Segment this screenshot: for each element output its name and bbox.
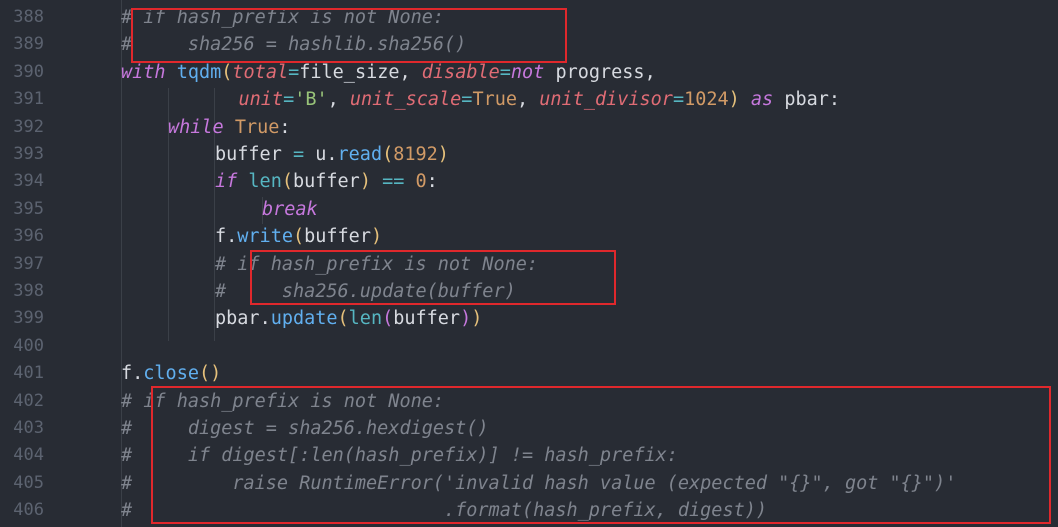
code-token: pbar	[784, 89, 829, 111]
code-token: =	[461, 89, 473, 111]
code-text: f.close()	[121, 360, 221, 387]
code-token: ()	[198, 363, 222, 385]
code-text: if len(buffer) == 0:	[215, 168, 438, 195]
code-token: buffer	[304, 226, 371, 248]
code-token: with	[121, 61, 177, 83]
code-token: len	[348, 308, 383, 330]
line-number: 397	[13, 253, 44, 274]
code-token: unit_scale	[349, 89, 462, 111]
code-token: f	[121, 363, 133, 385]
line-number: 390	[13, 61, 44, 82]
line-number: 391	[13, 89, 44, 110]
code-token: disable	[421, 61, 500, 83]
code-token: )	[359, 171, 383, 193]
code-token: buffer	[292, 171, 360, 193]
code-token: .	[226, 226, 238, 248]
code-token: )	[370, 226, 383, 248]
line-number: 398	[13, 281, 44, 301]
code-token: break	[262, 198, 318, 220]
code-token: unit	[238, 89, 284, 111]
code-token: ,	[327, 89, 350, 111]
code-token: ,	[517, 89, 540, 111]
code-token: (	[337, 308, 349, 330]
line-number: 388	[13, 7, 44, 27]
code-token: while	[168, 116, 235, 138]
code-token: (	[221, 61, 233, 83]
code-token: write	[237, 226, 293, 248]
code-token: tqdm	[176, 61, 222, 83]
line-number: 394	[13, 171, 44, 192]
line-number: 406	[13, 500, 44, 521]
code-token: :	[279, 116, 291, 138]
line-number: 405	[13, 472, 44, 493]
code-token: progress	[555, 61, 645, 83]
code-text: unit='B', unit_scale=True, unit_divisor=…	[239, 86, 841, 113]
code-token: True	[472, 89, 517, 111]
code-token: )	[460, 308, 472, 330]
code-token: close	[143, 363, 199, 385]
code-text: while True:	[168, 114, 291, 141]
highlight-box	[131, 8, 567, 63]
code-token: =	[292, 144, 316, 165]
code-text: break	[262, 196, 318, 223]
code-token: u	[315, 144, 327, 165]
line-number: 393	[13, 144, 44, 164]
code-token: as	[750, 89, 785, 111]
code-text: pbar.update(len(buffer))	[215, 305, 482, 332]
code-editor[interactable]: 388 # if hash_prefix is not None: 389 # sha…	[0, 0, 1058, 527]
code-token: =	[499, 61, 511, 83]
code-token: (	[382, 308, 394, 330]
line-number: 396	[13, 226, 44, 247]
code-token: )	[728, 89, 751, 111]
line-number: 392	[13, 116, 44, 137]
code-token: )	[437, 144, 449, 165]
highlight-box	[250, 250, 616, 305]
line-number: 403	[13, 418, 44, 438]
code-token: (	[292, 226, 305, 248]
code-token: f	[215, 226, 227, 248]
line-number: 395	[13, 198, 44, 219]
code-token: total	[232, 61, 289, 83]
code-text: buffer = u.read(8192)	[215, 141, 449, 168]
line-number: 389	[13, 34, 44, 55]
code-token: =	[672, 89, 685, 111]
code-token: =	[283, 89, 295, 111]
code-token: .	[132, 363, 144, 385]
code-token: (	[382, 144, 394, 165]
code-token: 'B'	[294, 89, 328, 111]
code-token: file_size	[299, 61, 400, 83]
line-number: 399	[13, 308, 44, 329]
code-token: len	[248, 171, 282, 193]
line-number: 400	[13, 335, 44, 356]
code-token: ,	[644, 61, 656, 83]
code-token: pbar	[215, 308, 260, 330]
code-token: 0	[415, 171, 427, 193]
line-number: 402	[13, 390, 44, 411]
code-token: )	[471, 308, 483, 330]
code-token: buffer	[215, 144, 293, 165]
code-token: if	[215, 171, 249, 193]
code-token: update	[270, 308, 338, 330]
code-token: (	[281, 171, 293, 193]
code-token: read	[337, 144, 383, 165]
code-text: f.write(buffer)	[215, 223, 382, 250]
code-token: unit_divisor	[539, 89, 673, 111]
code-token: ,	[399, 61, 422, 83]
line-number: 401	[13, 363, 44, 384]
code-token: :	[426, 171, 438, 193]
code-token: ==	[382, 171, 416, 193]
line-number: 404	[13, 445, 44, 466]
code-token: .	[259, 308, 271, 330]
code-token: =	[288, 61, 300, 83]
code-token: not	[510, 61, 556, 83]
code-token: True	[234, 116, 280, 138]
code-token: 8192	[393, 144, 438, 165]
highlight-box	[151, 386, 1051, 524]
code-token: .	[326, 144, 338, 165]
code-token: buffer	[393, 308, 461, 330]
code-token: 1024	[684, 89, 729, 111]
code-token: :	[828, 89, 841, 111]
